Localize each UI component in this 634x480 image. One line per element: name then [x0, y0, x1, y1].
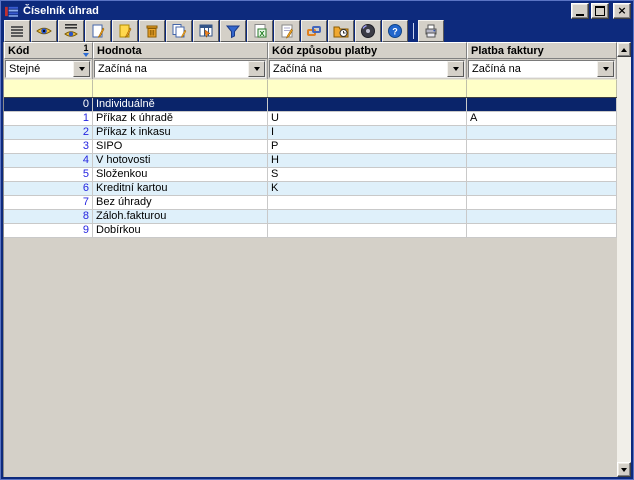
sort-indicator: 1: [83, 44, 89, 57]
chevron-down-icon: [254, 67, 260, 71]
vertical-scrollbar[interactable]: [617, 42, 631, 477]
links-button[interactable]: [301, 20, 327, 42]
app-window: Číselník úhrad ×: [0, 0, 634, 480]
bulk-edit-button[interactable]: [193, 20, 219, 42]
table-row[interactable]: 3 SIPO P: [4, 140, 617, 154]
minimize-icon: [576, 14, 584, 16]
trash-icon: [144, 23, 160, 39]
titlebar[interactable]: Číselník úhrad ×: [3, 2, 631, 20]
notes-icon: [279, 23, 295, 39]
new-record-icon: [90, 23, 106, 39]
filter-button[interactable]: [220, 20, 246, 42]
help-button[interactable]: ?: [382, 20, 408, 42]
sort-arrow-icon: [83, 53, 89, 57]
chain-links-icon: [306, 23, 322, 39]
maximize-icon: [595, 6, 605, 16]
table-row[interactable]: 6 Kreditní kartou K: [4, 182, 617, 196]
scroll-down-button[interactable]: [617, 462, 631, 477]
filter-cell-kod: Stejné: [4, 59, 93, 79]
excel-icon: X: [252, 23, 268, 39]
table-row[interactable]: 1 Příkaz k úhradě U A: [4, 112, 617, 126]
view-columns-button[interactable]: [58, 20, 84, 42]
edit-record-button[interactable]: [112, 20, 138, 42]
copy-icon: [171, 23, 187, 39]
column-header-kod[interactable]: Kód 1: [4, 42, 93, 59]
quick-filter-input[interactable]: [268, 79, 467, 97]
chevron-down-icon: [453, 67, 459, 71]
filter-operator-select-hodnota[interactable]: Začíná na: [94, 60, 266, 78]
maximize-button[interactable]: [591, 3, 609, 19]
table-edit-icon: [198, 23, 214, 39]
close-icon: ×: [617, 6, 626, 16]
excel-export-button[interactable]: X: [247, 20, 273, 42]
toolbar: X: [3, 20, 631, 42]
window-title: Číselník úhrad: [23, 5, 99, 17]
filter-cell-platba: Začíná na: [467, 59, 617, 79]
table-row[interactable]: 2 Příkaz k inkasu I: [4, 126, 617, 140]
history-button[interactable]: [328, 20, 354, 42]
new-record-button[interactable]: [85, 20, 111, 42]
scroll-up-icon: [621, 48, 627, 52]
filter-operator-select-kod-zpusobu[interactable]: Začíná na: [269, 60, 465, 78]
view-button[interactable]: [31, 20, 57, 42]
filter-funnel-icon: [225, 23, 241, 39]
filter-operator-select-platba[interactable]: Začíná na: [468, 60, 615, 78]
grid-empty-area: [4, 238, 617, 477]
quick-filter-input[interactable]: [93, 79, 268, 97]
window-controls: ×: [569, 3, 631, 19]
help-icon: ?: [387, 23, 403, 39]
table-row[interactable]: 0 Individuálně: [4, 98, 617, 112]
quick-filter-row: [4, 79, 617, 98]
table-row[interactable]: 8 Záloh.fakturou: [4, 210, 617, 224]
scroll-up-button[interactable]: [617, 42, 631, 57]
column-header-kod-zpusobu-platby[interactable]: Kód způsobu platby: [268, 42, 467, 59]
svg-text:?: ?: [392, 27, 398, 37]
toolbar-separator: [413, 23, 414, 39]
print-button[interactable]: [418, 20, 444, 42]
edit-record-icon: [117, 23, 133, 39]
printer-icon: [423, 23, 439, 39]
quick-filter-input[interactable]: [4, 79, 93, 97]
list-button[interactable]: [4, 20, 30, 42]
minimize-button[interactable]: [571, 3, 589, 19]
disc-icon: [360, 23, 376, 39]
folder-clock-icon: [333, 23, 349, 39]
eye-icon: [36, 23, 52, 39]
table-row[interactable]: 9 Dobírkou: [4, 224, 617, 238]
media-button[interactable]: [355, 20, 381, 42]
table-row[interactable]: 4 V hotovosti H: [4, 154, 617, 168]
filter-cell-kod-zpusobu: Začíná na: [268, 59, 467, 79]
dropdown-button[interactable]: [73, 61, 90, 77]
filter-operator-row: Stejné Začíná na Začíná na Začíná na: [4, 59, 617, 79]
dropdown-button[interactable]: [447, 61, 464, 77]
notes-button[interactable]: [274, 20, 300, 42]
dropdown-button[interactable]: [597, 61, 614, 77]
app-icon: [4, 5, 19, 18]
svg-text:X: X: [259, 29, 264, 38]
scroll-down-icon: [621, 468, 627, 472]
delete-record-button[interactable]: [139, 20, 165, 42]
filter-cell-hodnota: Začíná na: [93, 59, 268, 79]
close-button[interactable]: ×: [613, 3, 631, 19]
header-row: Kód 1 Hodnota Kód způsobu platby Platba …: [4, 42, 617, 59]
column-header-platba-faktury[interactable]: Platba faktury: [467, 42, 617, 59]
copy-record-button[interactable]: [166, 20, 192, 42]
chevron-down-icon: [603, 67, 609, 71]
dropdown-button[interactable]: [248, 61, 265, 77]
list-icon: [9, 23, 25, 39]
table-row[interactable]: 5 Složenkou S: [4, 168, 617, 182]
table-row[interactable]: 7 Bez úhrady: [4, 196, 617, 210]
chevron-down-icon: [79, 67, 85, 71]
quick-filter-input[interactable]: [467, 79, 617, 97]
column-header-hodnota[interactable]: Hodnota: [93, 42, 268, 59]
filter-operator-select-kod[interactable]: Stejné: [5, 60, 91, 78]
eye-columns-icon: [63, 23, 79, 39]
data-grid: Kód 1 Hodnota Kód způsobu platby Platba …: [3, 42, 617, 477]
